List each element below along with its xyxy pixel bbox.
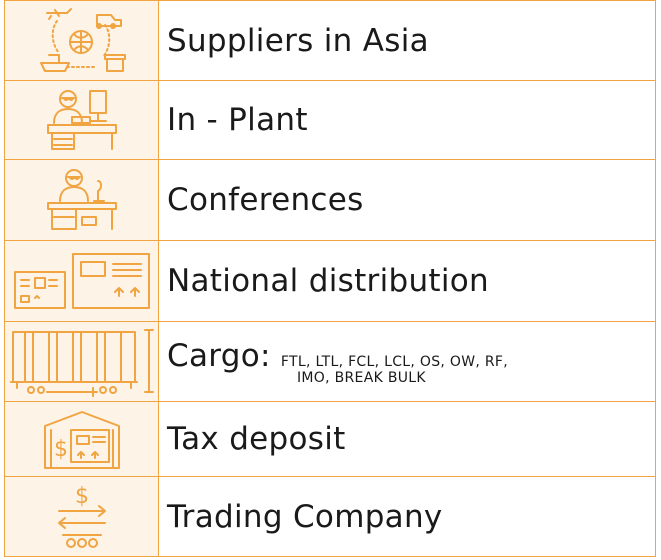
table-row: Conferences — [4, 159, 656, 241]
services-table: Suppliers in Asia In - Plant Conferences… — [4, 0, 656, 557]
container-railcar-icon — [9, 328, 154, 397]
row-label: National distribution — [158, 240, 656, 322]
row-label: Conferences — [158, 159, 656, 241]
table-row: Suppliers in Asia — [4, 0, 656, 81]
table-row: In - Plant — [4, 80, 656, 160]
row-label: Suppliers in Asia — [158, 0, 656, 81]
shipping-boxes-icon — [13, 253, 150, 309]
icon-cell — [4, 0, 159, 81]
cargo-types-line1: FTL, LTL, FCL, LCL, OS, OW, RF, — [280, 353, 508, 370]
icon-cell — [4, 240, 159, 322]
row-label: In - Plant — [158, 80, 656, 160]
icon-cell: $ — [4, 401, 159, 477]
global-logistics-icon — [39, 7, 126, 72]
icon-cell — [4, 159, 159, 241]
dollar-exchange-icon: $ — [57, 484, 106, 548]
svg-text:$: $ — [54, 437, 68, 462]
icon-cell: $ — [4, 476, 159, 557]
table-row: National distribution — [4, 240, 656, 322]
table-row: $ Tax deposit — [4, 401, 656, 477]
worker-desk-icon — [46, 90, 117, 150]
speaker-podium-icon — [46, 169, 117, 230]
svg-text:$: $ — [75, 484, 89, 509]
table-row: $ Trading Company — [4, 476, 656, 557]
icon-cell — [4, 321, 159, 402]
row-label: Cargo: — [167, 337, 271, 374]
row-label: Trading Company — [158, 476, 656, 557]
warehouse-dollar-icon: $ — [43, 411, 120, 469]
row-label: Tax deposit — [158, 401, 656, 477]
icon-cell — [4, 80, 159, 160]
cargo-label-cell: Cargo: FTL, LTL, FCL, LCL, OS, OW, RF, I… — [158, 321, 656, 402]
table-row: Cargo: FTL, LTL, FCL, LCL, OS, OW, RF, I… — [4, 321, 656, 402]
